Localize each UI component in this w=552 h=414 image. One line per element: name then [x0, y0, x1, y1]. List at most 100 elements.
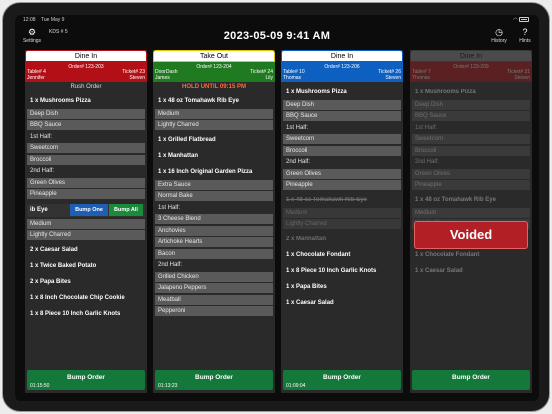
half-label: 1st Half:	[158, 204, 181, 211]
order-item[interactable]: 1 x Mushrooms Pizza	[412, 87, 530, 98]
order-item[interactable]: 1 x Chocolate Fondant	[412, 250, 530, 261]
hints-button[interactable]: ? Hints	[512, 27, 538, 45]
half-label: 2nd Half:	[415, 159, 440, 165]
half-label: 1st Half:	[286, 124, 309, 131]
bump-all-button[interactable]: Bump All	[109, 204, 143, 216]
order-item[interactable]: 1 x 8 Inch Chocolate Chip Cookie	[27, 293, 145, 304]
ticket-info-band: Order# 123-203 Table# 4 Jennifer Ticket# 23…	[25, 62, 147, 82]
order-item[interactable]: 1 x Mushrooms Pizza	[283, 87, 401, 98]
ticket-right-info: Ticket# 26 Steven	[378, 69, 401, 81]
order-item[interactable]: 1 x Mushrooms Pizza	[27, 96, 145, 107]
order-item[interactable]: 1 x 8 Piece 10 Inch Garlic Knots	[283, 266, 401, 277]
ticket-header: Take Out Order# 123-204 DoorDash James Ticke…	[153, 50, 275, 82]
server-name: Steven	[129, 75, 145, 81]
status-date: Tue May 9	[41, 17, 65, 23]
item-modifier: Pineapple	[283, 180, 401, 190]
top-bar: ⚙ Settings KDS # 5 2023-05-09 9:41 AM ◷ …	[15, 25, 539, 49]
order-item[interactable]: 1 x 48 oz Tomahawk Rib Eye	[412, 195, 530, 206]
order-item[interactable]: 1 x Manhattan	[155, 151, 273, 162]
customer-name: Thomas	[412, 75, 431, 81]
item-modifier: Deep Dish	[283, 99, 401, 110]
item-modifier: Broccoli	[412, 145, 530, 156]
status-time: 12:08	[23, 17, 36, 23]
bump-one-button[interactable]: Bump One	[70, 204, 108, 216]
order-item[interactable]: 1 x 48 oz Tomahawk Rib Eye	[155, 96, 273, 107]
item-modifier: Medium	[27, 218, 145, 229]
ticket-info-band: Order# 123-204 DoorDash James Ticket# 24 Lil…	[153, 62, 275, 82]
half-label: 1st Half:	[30, 133, 53, 140]
ticket-note: HOLD UNTIL 09:15 PM	[182, 84, 246, 90]
item-modifier: Pineapple	[27, 189, 145, 199]
item-modifier: Pineapple	[412, 180, 530, 190]
order-item[interactable]: ib Eye Bump One Bump All	[27, 204, 145, 217]
item-modifier: 3 Cheese Blend	[155, 214, 273, 224]
ticket-items: HOLD UNTIL 09:15 PM 1 x 48 oz Tomahawk Ri…	[153, 82, 275, 316]
order-type-title: Dine In	[281, 50, 403, 62]
wifi-icon: ◠	[513, 17, 518, 23]
history-icon: ◷	[495, 27, 503, 37]
item-modifier: Sweetcorn	[412, 134, 530, 144]
ticket-items: 1 x Mushrooms Pizza Deep Dish BBQ Sauce 1st…	[281, 82, 403, 309]
half-label: 1st Half:	[415, 124, 438, 131]
order-item[interactable]: 1 x Chocolate Fondant	[283, 250, 401, 261]
ticket-note: Rush Order	[70, 84, 102, 90]
ticket-card[interactable]: Dine In Order# 123-203 Table# 4 Jennifer Tic…	[25, 50, 147, 393]
item-modifier: Sweetcorn	[27, 143, 145, 153]
item-modifier: Medium	[412, 207, 530, 218]
item-modifier: Sweetcorn	[283, 134, 401, 144]
order-item[interactable]: 1 x Twice Baked Potato	[27, 261, 145, 272]
bump-order-button[interactable]: Bump Order 01:09:04	[283, 370, 401, 390]
ticket-card[interactable]: Take Out Order# 123-204 DoorDash James Ticke…	[153, 50, 275, 393]
item-modifier: Jalapeno Peppers	[155, 283, 273, 293]
half-label: 2nd Half:	[30, 168, 55, 174]
hints-label: Hints	[519, 38, 531, 44]
order-item[interactable]: 1 x Caesar Salad	[283, 298, 401, 309]
item-modifier: Green Olives	[283, 168, 401, 179]
bump-order-button[interactable]: Bump Order 01:13:23	[155, 370, 273, 390]
item-modifier: Deep Dish	[27, 108, 145, 119]
ticket-left-info: Table# 4 Jennifer	[27, 69, 46, 81]
ticket-items: Rush Order 1 x Mushrooms Pizza Deep Dish BB…	[25, 82, 147, 320]
item-modifier: Lightly Charred	[155, 120, 273, 130]
ticket-card[interactable]: Dine In Order# 123-209 Table# 7 Thomas Ticke…	[410, 50, 532, 393]
order-item[interactable]: 1 x Grilled Flatbread	[155, 135, 273, 146]
item-modifier: Green Olives	[412, 168, 530, 179]
order-item[interactable]: 1 x 48 oz Tomahawk Rib Eye	[283, 195, 401, 206]
customer-name: Jennifer	[27, 75, 45, 81]
ticket-left-info: DoorDash James	[155, 69, 178, 81]
history-button[interactable]: ◷ History	[486, 27, 512, 45]
clock: 2023-05-09 9:41 AM	[223, 30, 331, 42]
order-type-title: Dine In	[25, 50, 147, 62]
order-item[interactable]: 2 x Manhattan	[283, 234, 401, 245]
order-item[interactable]: 2 x Caesar Salad	[27, 245, 145, 256]
ticket-right-info: Ticket# 23 Steven	[122, 69, 145, 81]
ticket-timer: 01:09:04	[286, 383, 306, 389]
system-icons: ◠	[513, 17, 529, 23]
order-item[interactable]: 1 x Caesar Salad	[412, 266, 530, 277]
customer-name: Thomas	[283, 75, 302, 81]
server-name: Lily	[265, 75, 273, 81]
item-modifier: Meatball	[155, 294, 273, 305]
status-bar: 12:08 Tue May 9 ◠	[15, 15, 539, 25]
item-modifier: Medium	[155, 108, 273, 119]
order-item-name: ib Eye	[30, 207, 48, 213]
bump-order-label: Bump Order	[67, 374, 105, 381]
voided-badge: Voided	[414, 221, 528, 249]
item-modifier: Lightly Charred	[283, 219, 401, 229]
item-modifier: Anchovies	[155, 225, 273, 236]
bump-order-button[interactable]: Bump Order 01:15:50	[27, 370, 145, 390]
question-icon: ?	[522, 27, 528, 37]
ticket-card[interactable]: Dine In Order# 123-206 Table# 10 Thomas Tick…	[281, 50, 403, 393]
bump-order-button[interactable]: Bump Order	[412, 370, 530, 390]
order-item[interactable]: 2 x Papa Bites	[27, 277, 145, 288]
order-item[interactable]: 1 x 16 Inch Original Garden Pizza	[155, 167, 273, 178]
order-item[interactable]: 1 x 8 Piece 10 Inch Garlic Knots	[27, 309, 145, 320]
item-modifier: Broccoli	[27, 154, 145, 165]
bump-order-label: Bump Order	[323, 374, 361, 381]
battery-icon	[519, 17, 529, 23]
item-modifier: Broccoli	[283, 145, 401, 156]
bump-order-label: Bump Order	[195, 374, 233, 381]
tablet-frame: 12:08 Tue May 9 ◠ ⚙ Settings KDS # 5 202…	[2, 2, 550, 412]
order-item[interactable]: 1 x Papa Bites	[283, 282, 401, 293]
order-type-title: Dine In	[410, 50, 532, 62]
